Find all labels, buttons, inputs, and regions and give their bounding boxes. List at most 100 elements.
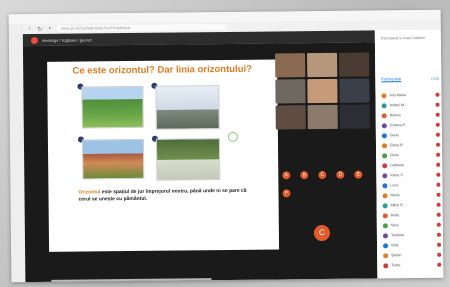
mic-muted-icon [436,232,441,237]
video-tile[interactable] [307,78,338,104]
list-item[interactable]: Cristina P. [381,120,440,131]
list-item[interactable]: Teodora [382,230,441,241]
participant-avatar[interactable]: B [300,171,309,180]
self-avatar[interactable]: C [313,224,330,242]
participant-name: Bianca [389,113,401,118]
landscape-photo-sky [155,85,220,130]
participant-name: Maria [390,193,400,198]
mic-muted-icon [435,112,440,117]
slide-keyword: Orizontul [78,189,101,196]
mic-muted-icon [437,262,442,267]
participant-avatar-icon [383,252,389,258]
participant-avatar-icon [382,202,388,208]
list-item[interactable]: Bianca [381,110,440,121]
participant-avatar-icon [382,212,388,218]
list-item[interactable]: Sara [382,220,441,231]
list-item[interactable]: Andrei M. [381,100,440,111]
tab-participants[interactable]: Participanți [381,76,402,83]
photo-frame: ‹ ↻ • meet.jit.si/ZaciNajmanjiUrzaTricip… [8,9,444,283]
list-item[interactable]: Luca [382,180,441,191]
video-tile[interactable] [339,104,370,129]
list-item[interactable]: Tudor [383,260,442,271]
list-item[interactable]: Elena B. [381,140,441,151]
participant-avatar-icon [382,162,388,168]
video-tile[interactable] [307,52,338,78]
landscape-photo-hills [81,85,144,129]
list-item[interactable]: Gabriela [382,160,441,171]
participant-name: Cristina P. [389,123,406,128]
participant-name: Daria [389,133,399,138]
list-item[interactable]: Maria [382,190,441,201]
list-item[interactable]: Radu [382,210,441,221]
slide-title: Ce este orizontul? Dar linia orizontului… [72,63,252,77]
participant-avatar-icon [381,122,387,128]
participant-avatar[interactable]: C [318,170,327,180]
list-item[interactable]: Ioana S. [382,170,441,181]
participant-name: Tudor [391,263,401,268]
tab-chat[interactable]: Chat [431,76,440,82]
mic-muted-icon [436,202,441,207]
participant-name: Gabriela [390,163,404,168]
participant-avatar-icon [383,242,389,248]
mic-muted-icon [436,212,441,217]
participant-name: Luca [390,183,399,188]
participant-name: Ana Maria [389,93,406,98]
back-icon[interactable]: ‹ [27,26,33,32]
participant-name: Vlad [391,243,399,248]
meeting-logo-icon [30,36,38,44]
participants-sidebar: Participanți și chatul întâlnirii Partic… [374,29,444,279]
participant-avatar-icon [382,222,388,228]
video-tile[interactable] [275,53,306,78]
list-item[interactable]: Ștefan [383,250,442,261]
list-item[interactable]: Mihai R. [382,200,441,211]
mic-muted-icon [436,172,441,177]
url-bar[interactable]: meet.jit.si/ZaciNajmanjiUrzaTricipKlasa [56,23,227,32]
mic-muted-icon [435,102,440,107]
mic-muted-icon [435,142,441,147]
participant-avatar[interactable]: A [282,171,291,180]
mic-muted-icon [436,152,441,157]
list-item[interactable]: Vlad [383,240,442,251]
mic-muted-icon [435,132,440,137]
participant-avatar-icon [382,152,388,158]
participant-avatar-icon [381,92,387,98]
landscape-photo-village [81,138,145,180]
participant-avatar-icon [381,142,388,148]
avatar-list: ABCDE F [282,170,374,198]
participant-avatar[interactable]: F [282,189,291,198]
participant-name: Florin [390,153,400,158]
video-tile[interactable] [275,79,306,104]
participant-avatar-icon [381,132,387,138]
mic-muted-icon [435,122,440,127]
slide-definition: Orizontul este spațiul de jur împrejurul… [78,188,256,204]
participant-avatar-icon [381,112,387,118]
list-item[interactable]: Daria [381,130,440,141]
pointer-cursor-icon [227,131,238,142]
video-tile[interactable] [339,78,370,103]
participant-avatar-icon [381,102,387,108]
participant-name: Radu [390,213,400,218]
lock-icon: • [48,25,51,32]
participant-avatar[interactable]: D [336,170,345,179]
participant-name: Teodora [390,233,404,238]
list-item[interactable]: Ana Maria [381,90,440,101]
video-tile[interactable] [339,52,370,77]
participant-name: Sara [390,223,399,228]
meeting-title: meetings / Vzglasie / geonzi [41,36,92,43]
participant-avatar[interactable]: E [354,170,363,179]
participant-avatar-icon [382,172,388,178]
video-grid [275,52,372,133]
participant-avatar-icon [382,182,388,188]
participant-list: Ana Maria Andrei M. Bianca Cristina P. Daria… [381,90,442,271]
reload-icon[interactable]: ↻ [37,25,43,32]
participant-avatar-icon [382,232,388,238]
mic-muted-icon [436,192,441,197]
list-item[interactable]: Florin [382,150,441,161]
participant-avatar-icon [383,262,389,268]
mic-muted-icon [437,252,442,257]
participant-name: Mihai R. [390,203,404,208]
participant-name: Andrei M. [389,103,405,108]
video-tile[interactable] [307,104,338,130]
mic-muted-icon [436,222,441,227]
video-tile[interactable] [275,105,306,130]
